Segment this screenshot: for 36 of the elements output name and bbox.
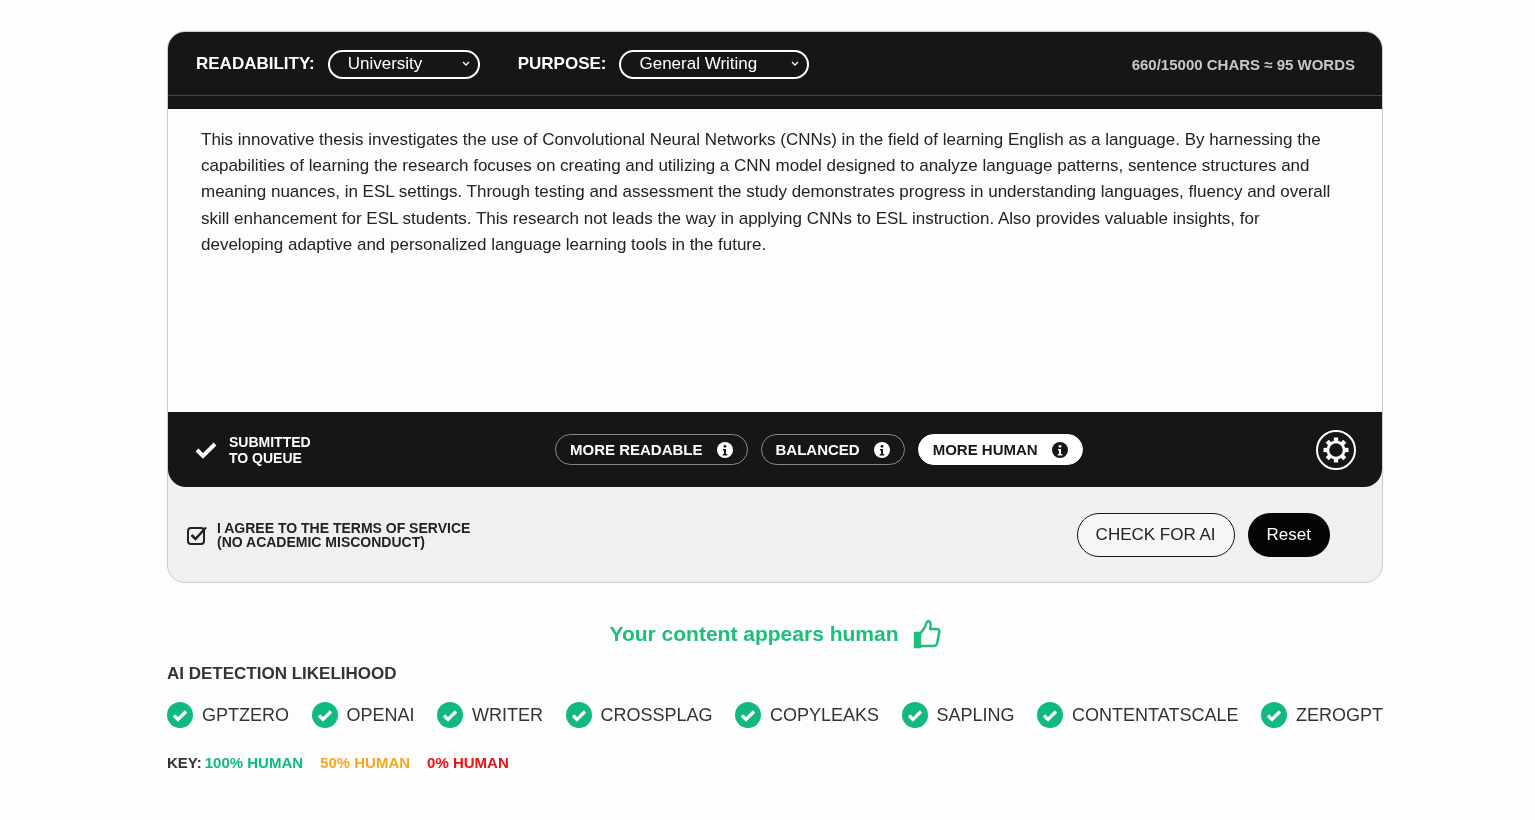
checkbox[interactable] xyxy=(187,524,207,545)
detector-name: GPTZERO xyxy=(202,704,289,726)
mode-button[interactable]: BALANCED xyxy=(760,434,905,465)
reset-button[interactable]: Reset xyxy=(1247,512,1330,557)
settings-icon xyxy=(1323,436,1349,463)
key-item: 100% HUMAN xyxy=(204,754,304,771)
result-message: Your content appears human xyxy=(609,622,899,646)
detector-name: COPYLEAKS xyxy=(770,704,880,726)
dropdown[interactable]: University xyxy=(327,49,480,79)
key-label: KEY: xyxy=(167,754,202,771)
key-item: 50% HUMAN xyxy=(320,754,411,771)
detector-name: CONTENTATSCALE xyxy=(1072,704,1239,726)
info-icon xyxy=(716,441,733,458)
detector-name: WRITER xyxy=(472,704,543,726)
thumbs-up-icon xyxy=(912,619,941,649)
mode-button[interactable]: MORE HUMAN xyxy=(917,434,1083,465)
detector-name: ZEROGPT xyxy=(1295,704,1383,726)
caret-icon xyxy=(791,61,800,67)
settings-button[interactable] xyxy=(1316,429,1356,470)
info-icon xyxy=(1051,441,1068,458)
readability-label: READABILITY: xyxy=(196,54,315,74)
mode-button[interactable]: MORE READABLE xyxy=(555,434,748,465)
terms-label: I AGREE TO THE TERMS OF SERVICE (NO ACADEMIC MISCONDUCT) xyxy=(217,520,471,549)
detector-name: CROSSPLAG xyxy=(600,704,713,726)
character-counter: 660/15000 CHARS ≈ 95 WORDS xyxy=(1131,55,1355,73)
dropdown[interactable]: General Writing xyxy=(619,49,810,79)
detector-name: OPENAI xyxy=(346,704,415,726)
detector-name: SAPLING xyxy=(936,704,1015,726)
essay-text: This innovative thesis investigates the use of Convolutional Neural Networks (CNNs) in the field of learning English as a language. By harnessing the capabilities of learning the research focuses on creating and utilizing a CNN model designed to analyze language patterns, sentence structures and meaning nuances, in ESL settings. Through testing and assessment the study demonstrates progress in understanding languages, fluency and overall skill enhancement for ESL students. This research not leads the way in applying CNNs to ESL instruction. Also provides valuable insights, for developing adaptive and personalized language learning tools in the future. xyxy=(201,129,1332,256)
info-icon xyxy=(873,441,890,458)
status-text: SUBMITTED TO QUEUE xyxy=(229,433,311,466)
section-title: AI DETECTION LIKELIHOOD xyxy=(167,664,398,684)
caret-icon xyxy=(461,61,470,67)
check-button[interactable]: CHECK FOR AI xyxy=(1076,512,1235,557)
key-item: 0% HUMAN xyxy=(427,754,509,771)
purpose-label: PURPOSE: xyxy=(517,54,607,74)
